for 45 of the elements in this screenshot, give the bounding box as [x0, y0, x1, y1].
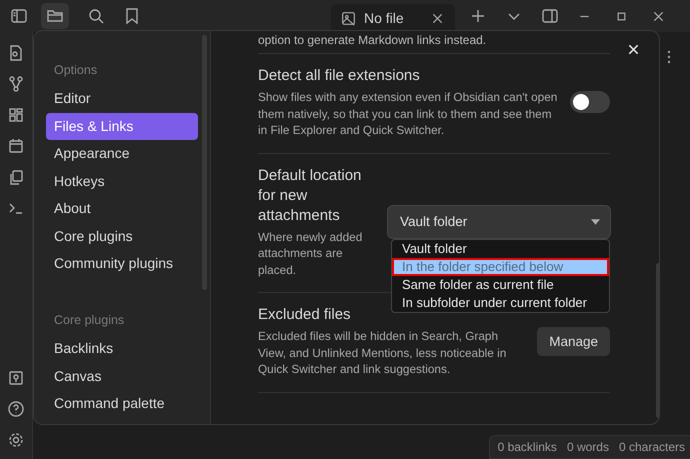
setting-name: Excluded files — [258, 305, 352, 325]
settings-nav-item[interactable]: Canvas — [46, 362, 198, 390]
section-heading: Options — [53, 62, 98, 79]
setting-description: Where newly added attachments are placed. — [258, 228, 364, 278]
caret-icon — [591, 218, 600, 225]
settings-nav-item[interactable]: Command palette — [46, 390, 198, 417]
status-item: 0 words — [566, 440, 609, 454]
tab-title: No file — [364, 10, 405, 26]
settings-icon[interactable] — [7, 431, 25, 449]
folder-icon[interactable] — [41, 3, 69, 29]
manage-button[interactable]: Manage — [537, 326, 610, 356]
status-item: 0 backlinks — [498, 440, 557, 454]
dropdown-option[interactable]: Same folder as current file — [392, 276, 609, 294]
more-options-icon[interactable] — [666, 48, 672, 66]
file-tab[interactable]: No file — [331, 4, 455, 32]
dropdown-option[interactable]: Vault folder — [392, 240, 609, 258]
graph-icon[interactable] — [7, 75, 25, 93]
search-icon[interactable] — [87, 7, 105, 25]
sidebar-toggle-icon[interactable] — [10, 7, 28, 25]
status-item: 0 characters — [618, 440, 685, 454]
map-pin-icon[interactable] — [7, 369, 25, 387]
setting-description: Show files with any extension even if Obsidian can't open them natively, so that you can link to them and see them in File Explorer and Quick Switcher. — [258, 89, 558, 138]
grid-icon[interactable] — [7, 106, 25, 124]
settings-nav-item[interactable]: About — [46, 195, 198, 222]
section-heading: Core plugins — [53, 312, 126, 329]
settings-nav-item[interactable]: Core plugins — [46, 222, 198, 250]
setting-description: option to generate Markdown links instead. — [258, 31, 610, 54]
settings-nav-item[interactable]: Editor — [46, 85, 198, 112]
settings-nav-item[interactable]: Community plugins — [46, 250, 198, 277]
settings-nav-item[interactable]: Hotkeys — [46, 168, 198, 194]
dropdown-option[interactable]: In subfolder under current folder — [392, 294, 609, 312]
image-icon — [341, 10, 356, 26]
setting-description: Excluded files will be hidden in Search, Graph View, and Unlinked Mentions, less noticeable in Quick Switcher and link suggestions. — [258, 328, 508, 378]
settings-nav-item[interactable]: Backlinks — [46, 335, 198, 362]
close-icon[interactable] — [626, 42, 641, 57]
setting-name: Default location for new attachments — [258, 166, 362, 226]
toggle-switch[interactable] — [570, 91, 610, 114]
calendar-icon[interactable] — [7, 137, 25, 155]
settings-nav-item[interactable]: Appearance — [46, 140, 198, 167]
dropdown-select[interactable]: Vault folder — [388, 206, 610, 238]
help-icon[interactable] — [7, 400, 25, 418]
plus-icon[interactable] — [469, 7, 487, 25]
split-view-icon[interactable] — [541, 7, 559, 25]
setting-name: Detect all file extensions — [258, 66, 421, 86]
settings-nav-item[interactable]: Files & Links — [46, 112, 198, 140]
